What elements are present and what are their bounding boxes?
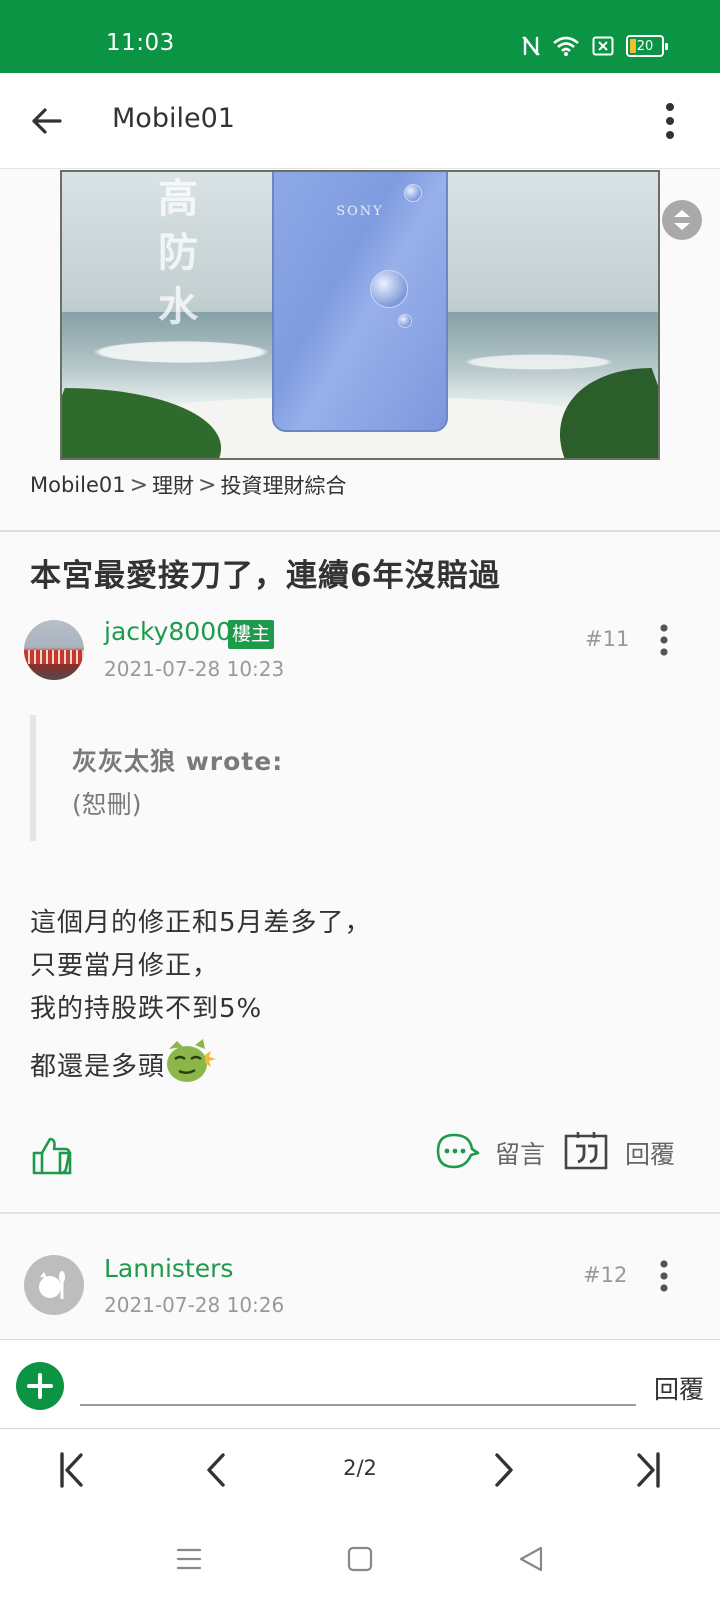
quote-text: (恕刪)	[72, 790, 142, 819]
post-timestamp: 2021-07-28 10:23	[104, 657, 285, 681]
floor-number: #11	[585, 627, 630, 651]
app-title: Mobile01	[112, 103, 235, 134]
status-bar: 11:03 20	[0, 0, 720, 73]
last-page-icon[interactable]	[628, 1450, 668, 1490]
back-triangle-icon[interactable]	[514, 1542, 548, 1576]
quote-author: 灰灰太狼 wrote:	[72, 747, 284, 776]
comment-bubble-icon[interactable]	[436, 1133, 480, 1169]
post-body-line: 都還是多頭	[30, 1052, 166, 1082]
plus-icon	[27, 1373, 53, 1399]
reply-bar: 回覆	[0, 1339, 720, 1429]
breadcrumb-item[interactable]: Mobile01	[30, 473, 126, 497]
banner-brand: SONY	[336, 204, 384, 219]
status-icons: 20	[522, 33, 668, 59]
battery-icon: 20	[626, 35, 668, 57]
breadcrumb: Mobile01 > 理財 > 投資理財綜合	[30, 470, 346, 500]
water-drop	[398, 314, 412, 328]
breadcrumb-item[interactable]: 投資理財綜合	[220, 470, 346, 500]
reply-input[interactable]	[80, 1366, 636, 1406]
add-attachment-button[interactable]	[16, 1362, 64, 1410]
banner-phone: SONY	[272, 172, 448, 432]
back-arrow-icon[interactable]	[28, 101, 68, 141]
thread-title: 本宮最愛接刀了，連續6年沒賠過	[30, 558, 501, 594]
avatar[interactable]	[24, 620, 84, 680]
banner-overlay-text: 高防水	[158, 176, 198, 330]
post-body-line: 這個月的修正和5月差多了，	[30, 908, 372, 938]
breadcrumb-separator: >	[129, 472, 149, 498]
post-more-icon[interactable]	[652, 1258, 676, 1294]
comment-button-label[interactable]: 留言	[495, 1135, 545, 1171]
pager: 2/2	[0, 1430, 720, 1510]
divider	[0, 530, 720, 532]
home-icon[interactable]	[343, 1542, 377, 1576]
water-drop	[404, 184, 422, 202]
status-time: 11:03	[106, 30, 175, 56]
post-body-last-line: 都還是多頭	[30, 1037, 372, 1089]
sly-smile-emoji-icon	[165, 1037, 217, 1085]
username[interactable]: Lannisters	[104, 1254, 233, 1283]
post-body: 這個月的修正和5月差多了， 只要當月修正， 我的持股跌不到5% 都還是多頭	[30, 902, 372, 1089]
like-thumb-icon[interactable]	[30, 1133, 74, 1177]
page-indicator: 2/2	[343, 1456, 377, 1480]
sim-off-icon	[592, 36, 614, 56]
quote-reply-icon[interactable]	[564, 1132, 608, 1170]
op-badge: 樓主	[228, 620, 275, 649]
reply-submit-button[interactable]: 回覆	[654, 1370, 704, 1406]
banner-image[interactable]: 高防水 SONY	[60, 170, 660, 460]
floor-number: #12	[583, 1263, 628, 1287]
water-drop	[370, 270, 408, 308]
post-body-line: 我的持股跌不到5%	[30, 994, 263, 1024]
nfc-icon	[522, 35, 540, 57]
post-more-icon[interactable]	[652, 622, 676, 658]
post-body-line: 只要當月修正，	[30, 951, 220, 981]
avatar[interactable]	[24, 1255, 84, 1315]
post-timestamp: 2021-07-28 10:26	[104, 1293, 285, 1317]
username[interactable]: jacky8000	[104, 617, 232, 646]
wifi-icon	[552, 35, 580, 57]
app-bar: Mobile01	[0, 73, 720, 169]
quote-block: 灰灰太狼 wrote: (恕刪)	[30, 715, 650, 841]
fast-scroll-handle[interactable]	[662, 200, 702, 240]
breadcrumb-item[interactable]: 理財	[152, 470, 194, 500]
system-nav-bar	[0, 1510, 720, 1600]
more-vertical-icon[interactable]	[650, 99, 690, 143]
breadcrumb-separator: >	[198, 472, 217, 498]
next-page-icon[interactable]	[484, 1450, 524, 1490]
reply-button-label[interactable]: 回覆	[625, 1135, 675, 1171]
divider	[0, 1212, 720, 1214]
menu-icon[interactable]	[172, 1542, 206, 1576]
battery-level: 20	[636, 38, 654, 54]
